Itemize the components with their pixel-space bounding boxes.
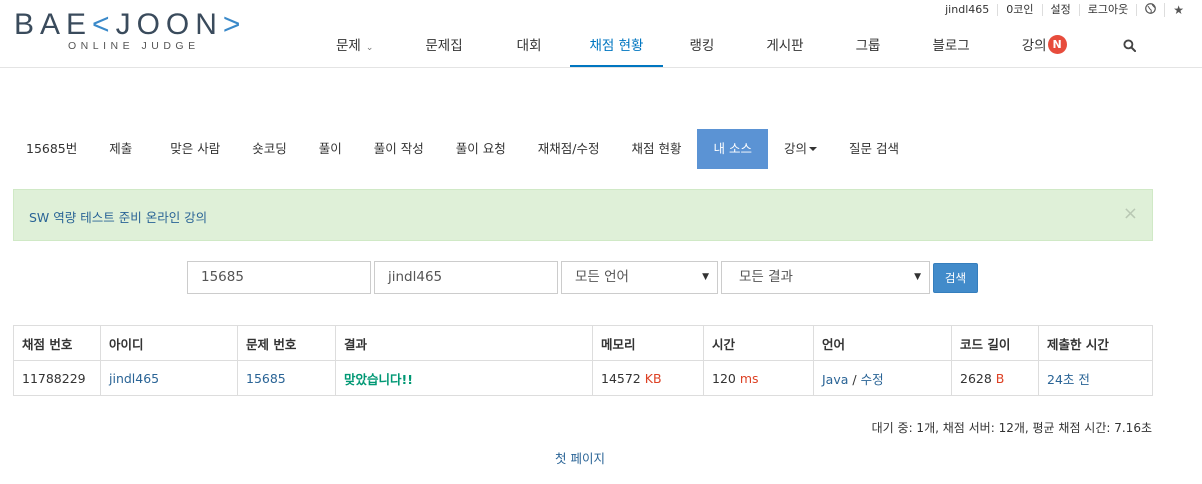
user-id-input[interactable]: jindl465: [374, 261, 558, 294]
nav-search[interactable]: [1093, 28, 1166, 65]
chevron-down-icon: ⌄: [365, 43, 374, 53]
code-length-unit: B: [995, 370, 1005, 386]
nav-problems[interactable]: 문제 ⌄: [310, 28, 399, 65]
main-nav: 문제 ⌄ 문제집 대회 채점 현황 랭킹 게시판 그룹 블로그 강의 N: [310, 28, 1166, 67]
tab-rejudge[interactable]: 재채점/수정: [522, 129, 616, 169]
promo-alert: SW 역량 테스트 준비 온라인 강의 ×: [13, 189, 1153, 241]
table-header-row: 채점 번호 아이디 문제 번호 결과 메모리 시간 언어 코드 길이 제출한 시…: [13, 325, 1153, 361]
user-link[interactable]: jindl465: [937, 4, 999, 16]
tab-lectures[interactable]: 강의: [768, 129, 833, 169]
time-unit: ms: [739, 370, 759, 386]
tab-status[interactable]: 채점 현황: [615, 129, 697, 169]
problem-link[interactable]: 15685: [246, 371, 286, 386]
col-time: 시간: [703, 325, 814, 361]
tab-short-coding[interactable]: 숏코딩: [236, 129, 303, 169]
nav-status[interactable]: 채점 현황: [569, 28, 664, 67]
tab-write-solution[interactable]: 풀이 작성: [358, 129, 440, 169]
nav-ranking[interactable]: 랭킹: [663, 28, 740, 65]
nav-board[interactable]: 게시판: [740, 28, 829, 65]
language-select[interactable]: 모든 언어: [561, 261, 718, 294]
col-code-length: 코드 길이: [951, 325, 1039, 361]
globe-icon[interactable]: [1137, 3, 1166, 17]
code-length-value: 2628: [960, 370, 992, 386]
col-submitted-time: 제출한 시간: [1038, 325, 1153, 361]
tab-accepted-users[interactable]: 맞은 사람: [154, 129, 236, 169]
nav-workbooks[interactable]: 문제집: [399, 28, 488, 65]
close-icon[interactable]: ×: [1123, 203, 1138, 224]
col-result: 결과: [335, 325, 593, 361]
nav-contests[interactable]: 대회: [489, 28, 570, 65]
language-separator: /: [848, 371, 861, 387]
status-table: 채점 번호 아이디 문제 번호 결과 메모리 시간 언어 코드 길이 제출한 시…: [13, 325, 1153, 396]
time-value: 120: [712, 370, 736, 386]
col-language: 언어: [813, 325, 952, 361]
nav-groups[interactable]: 그룹: [830, 28, 907, 65]
search-icon: [1123, 39, 1136, 53]
tab-submit[interactable]: 제출: [93, 129, 154, 169]
caret-down-icon: [808, 147, 817, 151]
submitted-time-link[interactable]: 24초 전: [1047, 372, 1090, 387]
problem-id-input[interactable]: 15685: [187, 261, 371, 294]
col-memory: 메모리: [592, 325, 704, 361]
problem-subnav: 15685번 제출 맞은 사람 숏코딩 풀이 풀이 작성 풀이 요청 재채점/수…: [13, 129, 915, 169]
submission-id: 11788229: [13, 360, 101, 396]
nav-lectures[interactable]: 강의 N: [996, 28, 1093, 65]
settings-link[interactable]: 설정: [1043, 4, 1080, 16]
memory-value: 14572: [601, 370, 641, 386]
tab-solutions[interactable]: 풀이: [303, 129, 358, 169]
result-select[interactable]: 모든 결과: [721, 261, 930, 294]
site-header: BAE<JOON> ONLINE JUDGE jindl465 0코인 설정 로…: [0, 0, 1202, 68]
alert-link[interactable]: SW 역량 테스트 준비 온라인 강의: [29, 207, 207, 226]
tab-question-search[interactable]: 질문 검색: [833, 129, 915, 169]
user-link[interactable]: jindl465: [109, 371, 159, 386]
tab-my-source[interactable]: 내 소스: [697, 129, 768, 169]
logout-link[interactable]: 로그아웃: [1080, 4, 1138, 16]
col-submission-id: 채점 번호: [13, 325, 101, 361]
new-badge: N: [1047, 35, 1067, 54]
coins-link[interactable]: 0코인: [998, 4, 1043, 16]
tab-request-solution[interactable]: 풀이 요청: [440, 129, 522, 169]
table-row: 11788229 jindl465 15685 맞았습니다!! 14572 KB…: [13, 360, 1153, 396]
judge-stats: 대기 중: 1개, 채점 서버: 12개, 평균 채점 시간: 7.16초: [871, 421, 1152, 435]
logo-wordmark: BAE<JOON>: [14, 8, 247, 41]
first-page-link[interactable]: 첫 페이지: [555, 448, 605, 467]
edit-link[interactable]: 수정: [861, 372, 884, 387]
logo[interactable]: BAE<JOON> ONLINE JUDGE: [14, 8, 264, 56]
star-icon[interactable]: ★: [1165, 4, 1192, 16]
search-button[interactable]: 검색: [933, 263, 978, 293]
tab-problem[interactable]: 15685번: [13, 129, 93, 169]
memory-unit: KB: [644, 370, 662, 386]
col-problem: 문제 번호: [237, 325, 336, 361]
result-status: 맞았습니다!!: [344, 371, 413, 387]
language-link[interactable]: Java: [822, 372, 848, 387]
col-user: 아이디: [100, 325, 238, 361]
top-bar: jindl465 0코인 설정 로그아웃 ★: [937, 3, 1192, 17]
logo-subtitle: ONLINE JUDGE: [68, 40, 200, 52]
nav-blog[interactable]: 블로그: [906, 28, 995, 65]
